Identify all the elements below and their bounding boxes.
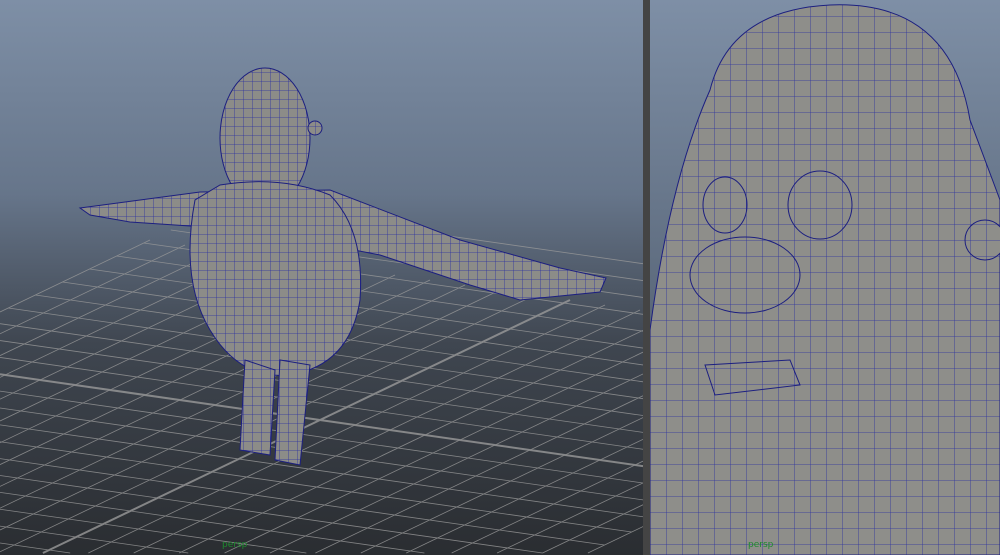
closeup-canvas <box>650 4 1000 555</box>
camera-label: persp <box>748 540 774 550</box>
closeup-viewport[interactable]: persp <box>650 0 1000 555</box>
grid-line <box>0 357 643 450</box>
grid-line <box>542 504 643 554</box>
grid-line <box>0 244 186 335</box>
grid-line <box>0 239 151 313</box>
grid-line <box>587 526 643 554</box>
grid-line <box>0 458 605 546</box>
grid-line <box>269 373 643 554</box>
grid-line <box>315 395 643 554</box>
scene-canvas <box>0 67 643 554</box>
perspective-viewport[interactable]: persp <box>0 0 643 555</box>
viewport-divider[interactable] <box>643 0 650 555</box>
grid-line <box>0 508 307 554</box>
grid-line <box>0 441 632 533</box>
grid-line <box>360 417 643 554</box>
grid-line <box>0 390 643 484</box>
grid-line <box>133 309 641 554</box>
camera-label: persp <box>222 540 248 550</box>
grid-line <box>0 525 189 554</box>
grid-line <box>0 407 643 501</box>
grid-line <box>0 424 643 518</box>
character-mesh <box>78 67 607 466</box>
grid-line <box>406 438 643 554</box>
grid-line <box>451 460 643 554</box>
head-mesh <box>650 4 1000 555</box>
grid-line <box>496 482 643 554</box>
